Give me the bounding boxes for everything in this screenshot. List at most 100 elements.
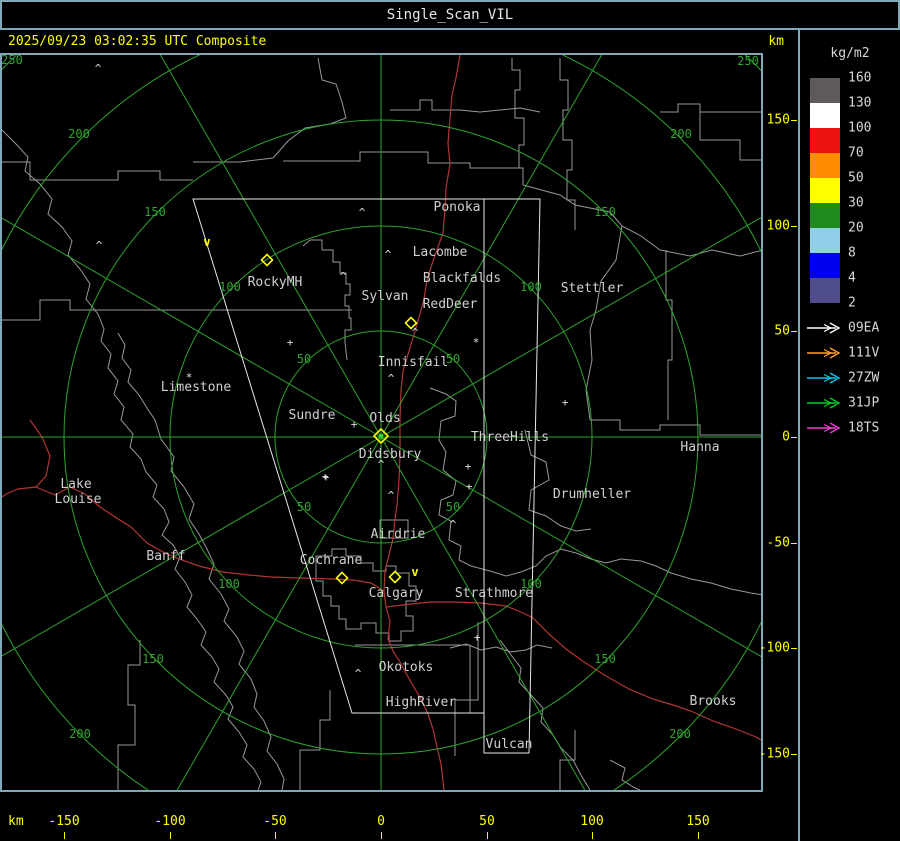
legend-unit-label: kg/m2	[830, 46, 870, 61]
radial-spoke	[159, 55, 382, 438]
town-marker: ^	[388, 489, 395, 502]
right-axis-tick-mark	[791, 543, 797, 544]
legend-panel: kg/m2 160 130 100 70 50 30 20 8 4 2 09EA 111V 27Z…	[798, 30, 900, 841]
ring-distance-label: 50	[297, 500, 311, 514]
town-marker: +	[322, 470, 329, 483]
station-id-label: 31JP	[848, 395, 880, 411]
city-label: Brooks	[690, 694, 737, 709]
bottom-axis-tick-label: -50	[263, 814, 287, 829]
right-axis-tick-mark	[791, 437, 797, 438]
town-marker: +	[474, 631, 481, 644]
ring-distance-label: 150	[144, 205, 166, 219]
bottom-axis-tick-label: 100	[580, 814, 604, 829]
city-label: Blackfalds	[423, 271, 501, 286]
county-boundary-line	[665, 250, 673, 420]
town-marker: +	[287, 336, 294, 349]
legend-threshold-label: 100	[848, 120, 872, 136]
legend-color-swatch	[810, 103, 840, 128]
ring-distance-label: 200	[68, 127, 90, 141]
county-boundary-line	[2, 161, 193, 181]
ring-distance-label: 100	[520, 280, 542, 294]
legend-threshold-label: 130	[848, 95, 872, 111]
radar-map-canvas[interactable]: 50 5050 50100 100100 100150 150150 150200 20020…	[2, 55, 761, 790]
ring-distance-label: 200	[670, 127, 692, 141]
right-axis-tick-label: 150	[766, 112, 790, 128]
ring-distance-label: 100	[218, 577, 240, 591]
bottom-distance-axis: km -150 -100 -50 0 50 100 150	[0, 792, 798, 841]
bottom-axis-tick-label: -100	[154, 814, 186, 829]
town-marker: ^	[96, 239, 103, 252]
right-axis-tick-label: 50	[774, 323, 790, 339]
legend-threshold-label: 2	[848, 295, 856, 311]
right-axis-tick-mark	[791, 331, 797, 332]
city-label: Sylvan	[362, 289, 409, 304]
ring-distance-label: 50	[446, 500, 460, 514]
right-axis-tick-label: -50	[766, 535, 790, 551]
radar-viewer-window: Single_Scan_VIL 2025/09/23 03:02:35 UTC …	[0, 0, 900, 841]
county-boundary-line	[193, 57, 347, 163]
county-boundary-line	[590, 419, 761, 436]
bottom-axis-tick-label: -150	[48, 814, 80, 829]
station-id-label: 18TS	[848, 420, 880, 436]
right-axis-tick-label: -100	[758, 640, 790, 656]
bottom-axis-tick-mark	[592, 832, 593, 839]
highway-line	[2, 419, 51, 498]
right-axis-tick-label: -150	[758, 746, 790, 762]
station-id-label: 09EA	[848, 320, 880, 336]
city-label: Okotoks	[379, 660, 434, 675]
timestamp-label: 2025/09/23 03:02:35 UTC Composite	[8, 34, 267, 49]
county-boundary-line	[390, 99, 541, 113]
legend-color-swatch	[810, 78, 840, 103]
right-axis-tick-mark	[791, 754, 797, 755]
town-marker: ^	[359, 206, 366, 219]
city-label: ThreeHills	[471, 430, 549, 445]
city-label: Ponoka	[434, 200, 481, 215]
legend-threshold-label: 160	[848, 70, 872, 86]
town-marker: ^	[355, 667, 362, 680]
right-axis-tick-label: 100	[766, 218, 790, 234]
town-marker: +	[465, 460, 472, 473]
legend-threshold-label: 50	[848, 170, 864, 186]
bottom-axis-tick-mark	[170, 832, 171, 839]
station-id-label: 111V	[848, 345, 880, 361]
title-bar: Single_Scan_VIL	[0, 0, 900, 30]
bottom-axis-tick-label: 150	[686, 814, 710, 829]
legend-color-swatch	[810, 278, 840, 303]
town-marker: ^	[450, 518, 457, 531]
right-axis-unit-label: km	[768, 34, 784, 49]
city-label: Didsbury	[359, 447, 422, 462]
city-label: Banff	[146, 549, 185, 564]
town-marker: ^	[385, 248, 392, 261]
right-axis-tick-mark	[791, 120, 797, 121]
county-boundary-line	[499, 639, 591, 790]
ring-distance-label: 150	[142, 652, 164, 666]
county-boundary-line	[302, 239, 352, 361]
county-boundary-line	[117, 332, 285, 790]
city-label: Hanna	[680, 440, 719, 455]
bottom-axis-tick-label: 0	[377, 814, 385, 829]
legend-color-swatch	[810, 153, 840, 178]
city-label: Lake	[60, 477, 91, 492]
county-boundary-line	[585, 225, 623, 421]
highway-line	[385, 601, 761, 741]
right-distance-axis: 150 100 50 0 -50 -100 -150	[759, 55, 798, 790]
radial-spoke	[380, 436, 761, 657]
county-boundary-line	[559, 58, 576, 230]
legend-color-swatch	[810, 128, 840, 153]
bottom-axis-tick-mark	[487, 832, 488, 839]
radar-center-dot	[379, 434, 383, 438]
site-vee-marker: v	[411, 565, 418, 579]
bottom-axis-tick-mark	[381, 832, 382, 839]
bottom-axis-tick-label: 50	[479, 814, 495, 829]
city-label: Airdrie	[371, 527, 426, 542]
city-label: Lacombe	[413, 245, 468, 260]
station-arrow-icon	[806, 371, 842, 389]
town-marker: +	[562, 396, 569, 409]
legend-threshold-label: 8	[848, 245, 856, 261]
window-title: Single_Scan_VIL	[386, 7, 514, 23]
station-arrow-icon	[806, 321, 842, 339]
county-boundary-line	[2, 299, 352, 321]
city-label: Sundre	[289, 408, 336, 423]
city-label: RockyMH	[248, 275, 303, 290]
site-vee-marker: v	[203, 235, 210, 249]
